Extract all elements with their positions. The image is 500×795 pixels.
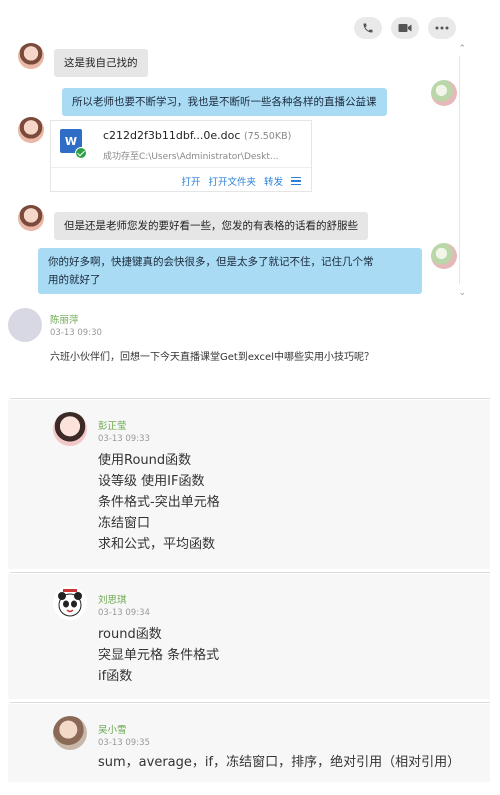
self-avatar[interactable] (431, 243, 457, 269)
open-folder-link[interactable]: 打开文件夹 (208, 174, 256, 188)
avatar[interactable] (53, 586, 87, 620)
file-name: c212d2f3b11dbf...0e.doc (75.50KB) (103, 129, 291, 142)
more-icon (435, 26, 449, 30)
video-icon (398, 24, 412, 32)
menu-icon[interactable] (291, 177, 301, 185)
divider (10, 398, 490, 399)
reply-time: 03-13 09:35 (98, 738, 150, 748)
reply-content: sum，average，if，冻结窗口，排序，绝对引用（相对引用） (98, 752, 460, 773)
check-success-icon (75, 147, 87, 159)
avatar[interactable] (8, 308, 42, 342)
reply-time: 03-13 09:34 (98, 608, 150, 618)
reply-line: 条件格式-突出单元格 (98, 495, 220, 510)
file-name-text: c212d2f3b11dbf...0e.doc (103, 129, 241, 142)
file-size: (75.50KB) (243, 131, 292, 142)
message-line: 你的好多啊，快捷键真的会快很多，但是太多了就记不住，记住几个常 (48, 256, 374, 268)
reply-time: 03-13 09:33 (98, 434, 150, 444)
open-file-link[interactable]: 打开 (181, 174, 200, 188)
scroll-down-icon[interactable]: ⌄ (458, 288, 466, 298)
message-line: 用的就好了 (48, 274, 101, 286)
reply-line: sum，average，if，冻结窗口，排序，绝对引用（相对引用） (98, 755, 461, 770)
divider (51, 167, 311, 168)
reply-item: 彭正莹 03-13 09:33 使用Round函数 设等级 使用IF函数 条件格… (8, 400, 490, 569)
scroll-up-icon[interactable]: ⌃ (458, 44, 466, 54)
phone-icon (363, 23, 373, 33)
file-save-status: 成功存至C:\Users\Administrator\Deskt... (103, 152, 279, 162)
reply-item: 刘思琪 03-13 09:34 round函数 突显单元格 条件格式 if函数 (8, 574, 490, 699)
avatar[interactable] (53, 412, 87, 446)
post-text: 六班小伙伴们，回想一下今天直播课堂Get到excel中哪些实用小技巧呢？ (50, 352, 374, 363)
panda-avatar-icon (58, 589, 82, 617)
forward-link[interactable]: 转发 (264, 174, 283, 188)
reply-content: round函数 突显单元格 条件格式 if函数 (98, 624, 219, 687)
avatar[interactable] (53, 716, 87, 750)
file-message-card[interactable]: W c212d2f3b11dbf...0e.doc (75.50KB) 成功存至… (50, 120, 312, 192)
reply-line: 使用Round函数 (98, 453, 192, 468)
contact-avatar[interactable] (18, 117, 44, 143)
reply-item: 吴小雪 03-13 09:35 sum，average，if，冻结窗口，排序，绝… (8, 704, 490, 782)
contact-avatar[interactable] (18, 205, 44, 231)
reply-line: 突显单元格 条件格式 (98, 648, 220, 663)
chat-toolbar (354, 17, 456, 39)
divider (10, 572, 490, 573)
more-options-button[interactable] (428, 17, 456, 39)
message-bubble-left: 这是我自己找的 (54, 49, 148, 77)
message-bubble-right: 你的好多啊，快捷键真的会快很多，但是太多了就记不住，记住几个常 用的就好了 (38, 248, 422, 294)
reply-content: 使用Round函数 设等级 使用IF函数 条件格式-突出单元格 冻结窗口 求和公… (98, 450, 220, 555)
contact-avatar[interactable] (18, 43, 44, 69)
post-time: 03-13 09:30 (50, 328, 102, 338)
post: 陈丽萍 03-13 09:30 六班小伙伴们，回想一下今天直播课堂Get到exc… (0, 302, 500, 398)
reply-author[interactable]: 彭正莹 (98, 418, 127, 432)
reply-line: round函数 (98, 627, 162, 642)
chat-scrollbar[interactable] (459, 56, 460, 284)
reply-line: 设等级 使用IF函数 (98, 474, 205, 489)
chat-window: ⌃ ⌄ 这是我自己找的 所以老师也要不断学习，我也是不断听一些各种各样的直播公益… (0, 0, 500, 300)
reply-line: 求和公式，平均函数 (98, 537, 216, 552)
self-avatar[interactable] (431, 80, 457, 106)
message-bubble-right: 所以老师也要不断学习，我也是不断听一些各种各样的直播公益课 (62, 88, 387, 116)
reply-line: if函数 (98, 669, 133, 684)
reply-author[interactable]: 刘思琪 (98, 592, 127, 606)
reply-line: 冻结窗口 (98, 516, 151, 531)
message-bubble-left: 但是还是老师您发的要好看一些，您发的有表格的话看的舒服些 (54, 212, 368, 240)
file-actions: 打开 打开文件夹 转发 (181, 174, 301, 188)
reply-author[interactable]: 吴小雪 (98, 722, 127, 736)
voice-call-button[interactable] (354, 17, 382, 39)
post-author[interactable]: 陈丽萍 (50, 312, 79, 326)
video-call-button[interactable] (391, 17, 419, 39)
divider (10, 702, 490, 703)
